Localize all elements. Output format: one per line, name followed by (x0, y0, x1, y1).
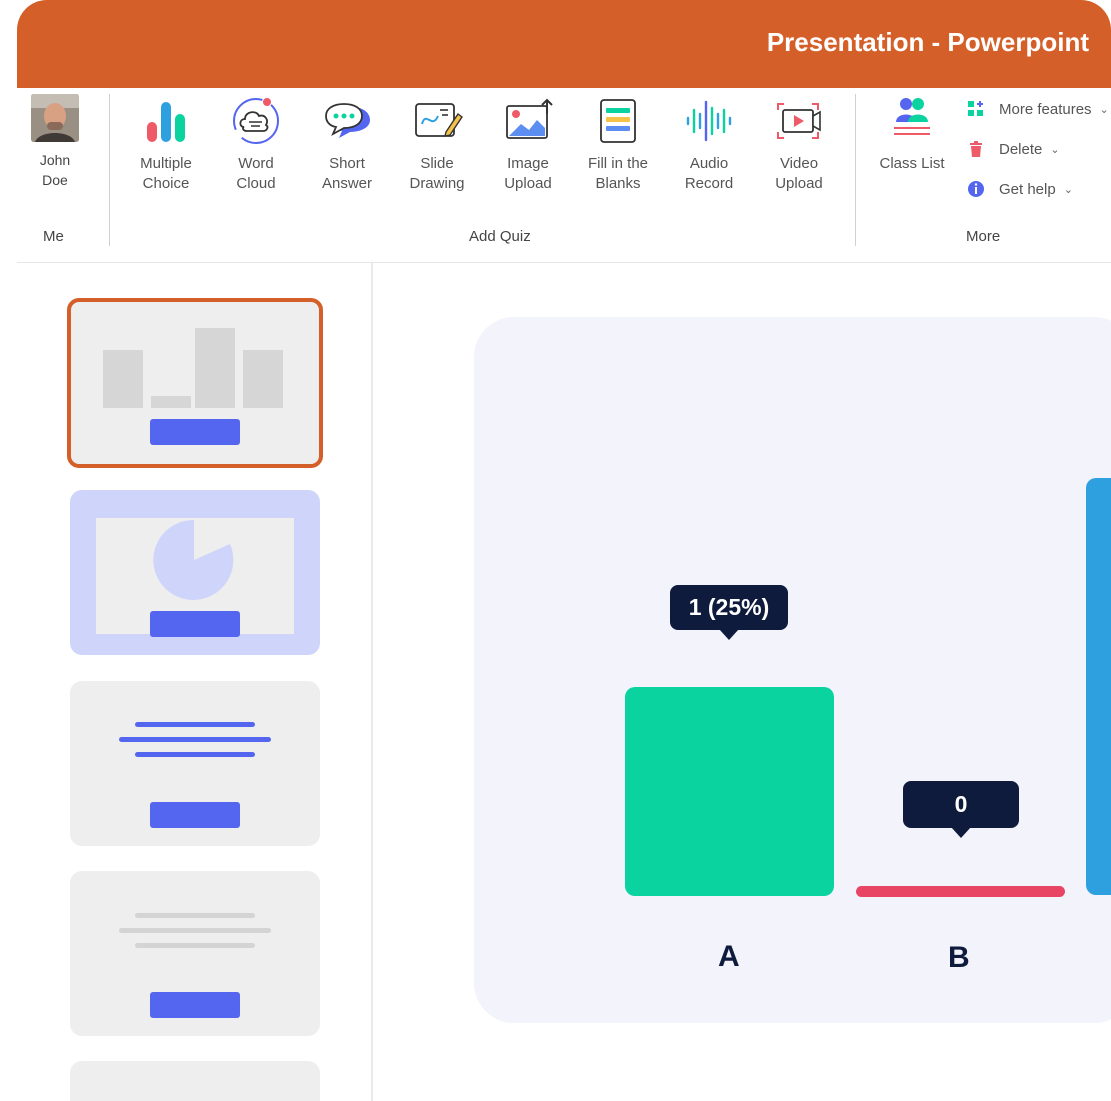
trash-icon (967, 140, 985, 158)
chevron-down-icon: ⌄ (1063, 183, 1073, 196)
image-upload-label-1: Image (507, 155, 549, 172)
group-label-add-quiz: Add Quiz (469, 228, 531, 245)
bar-chart-icon (139, 96, 193, 146)
delete-button[interactable]: Delete ⌄ (967, 136, 1060, 162)
ribbon-divider (109, 94, 110, 246)
audio-record-label-2: Record (684, 175, 734, 192)
delete-label: Delete (999, 140, 1043, 158)
bar-a-label: A (718, 940, 740, 973)
thumbnail-button-shape (150, 611, 240, 637)
more-features-label: More features (999, 100, 1092, 118)
multiple-choice-label-1: Multiple (140, 155, 192, 172)
user-name: John Doe (17, 150, 93, 190)
slide-drawing-label-1: Slide (420, 155, 454, 172)
slide-thumbnail-bar-chart[interactable] (67, 298, 323, 468)
word-cloud-icon (229, 96, 283, 146)
class-list-button[interactable]: Class List (867, 96, 957, 174)
user-first-name: John (39, 152, 71, 168)
chevron-down-icon: ⌄ (1099, 103, 1109, 116)
audio-wave-icon (682, 96, 736, 146)
video-upload-icon (772, 96, 826, 146)
image-upload-button[interactable]: Image Upload (483, 96, 573, 194)
slide-canvas (474, 317, 1111, 1023)
info-icon (967, 180, 985, 198)
audio-record-button[interactable]: Audio Record (664, 96, 754, 194)
speech-bubble-icon (320, 96, 374, 146)
fill-in-the-blanks-label-2: Blanks (595, 175, 641, 192)
class-list-icon (885, 96, 939, 142)
ribbon: John Doe Me Multiple Choice Word Cloud S… (17, 88, 1111, 263)
window-title: Presentation - Powerpoint (766, 27, 1089, 57)
word-cloud-label-2: Cloud (236, 175, 276, 192)
image-upload-icon (501, 96, 555, 146)
fill-blanks-icon (591, 96, 645, 146)
slide-thumbnail-partial[interactable] (70, 1061, 320, 1101)
thumbnail-button-shape (150, 802, 240, 828)
bar-a-tooltip: 1 (25%) (670, 585, 788, 640)
grid-plus-icon (967, 100, 985, 118)
video-upload-button[interactable]: Video Upload (754, 96, 844, 194)
short-answer-label-1: Short (329, 155, 365, 172)
group-label-more: More (966, 228, 1001, 245)
results-bar-b (856, 886, 1065, 897)
bar-b-label: B (948, 941, 970, 974)
class-list-label: Class List (879, 155, 945, 172)
user-last-name: Doe (42, 172, 68, 188)
more-features-button[interactable]: More features ⌄ (967, 96, 1109, 122)
audio-record-label-1: Audio (689, 155, 729, 172)
word-cloud-label-1: Word (238, 155, 274, 172)
fill-in-the-blanks-button[interactable]: Fill in the Blanks (573, 96, 663, 194)
avatar (31, 94, 79, 142)
image-upload-label-2: Upload (504, 175, 552, 192)
chevron-down-icon: ⌄ (1050, 143, 1060, 156)
video-upload-label-1: Video (779, 155, 819, 172)
group-label-me: Me (43, 228, 64, 245)
slide-drawing-button[interactable]: Slide Drawing (392, 96, 482, 194)
slide-thumbnail-pie-chart[interactable] (70, 490, 320, 655)
results-bar-a (625, 687, 834, 896)
short-answer-label-2: Answer (321, 175, 373, 192)
slide-thumbnail-lines-grey[interactable] (70, 871, 320, 1036)
get-help-label: Get help (999, 180, 1056, 198)
fill-in-the-blanks-label-1: Fill in the (587, 155, 649, 172)
multiple-choice-label-2: Choice (142, 175, 190, 192)
drawing-pen-icon (410, 96, 464, 146)
panel-divider (371, 262, 373, 1101)
results-bar-c (1086, 478, 1111, 895)
word-cloud-button[interactable]: Word Cloud (211, 96, 301, 194)
slide-drawing-label-2: Drawing (409, 175, 465, 192)
bar-b-tooltip: 0 (903, 781, 1019, 838)
slide-thumbnail-lines-blue[interactable] (70, 681, 320, 846)
thumbnail-button-shape (150, 419, 240, 445)
thumbnail-button-shape (150, 992, 240, 1018)
title-bar: Presentation - Powerpoint (17, 0, 1111, 88)
multiple-choice-button[interactable]: Multiple Choice (121, 96, 211, 194)
video-upload-label-2: Upload (775, 175, 823, 192)
short-answer-button[interactable]: Short Answer (302, 96, 392, 194)
get-help-button[interactable]: Get help ⌄ (967, 176, 1073, 202)
ribbon-divider (855, 94, 856, 246)
user-avatar-button[interactable] (31, 94, 81, 146)
